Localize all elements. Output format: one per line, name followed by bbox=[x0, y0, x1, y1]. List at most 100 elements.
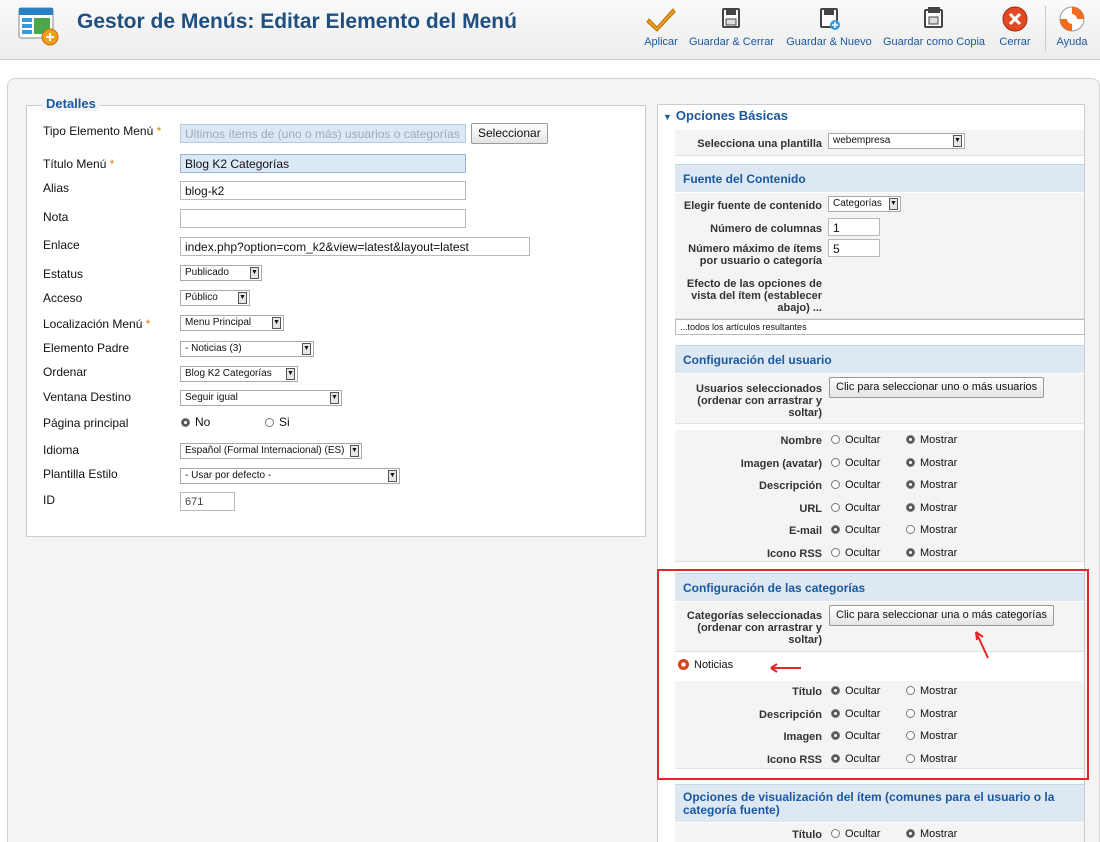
maximo-label: Número máximo de ítems por usuario o cat… bbox=[688, 243, 822, 267]
alias-input[interactable]: blog-k2 bbox=[180, 181, 466, 200]
hide-radio[interactable]: Ocultar bbox=[831, 828, 880, 840]
dropdown-arrow-icon: ▼ bbox=[272, 317, 281, 329]
close-button[interactable]: Cerrar bbox=[995, 4, 1035, 48]
toggle-row-label: Imagen (avatar) bbox=[740, 457, 822, 470]
radio-selected-icon bbox=[906, 548, 915, 557]
section-user-config: Configuración del usuario bbox=[675, 345, 1084, 373]
toolbar: Gestor de Menús: Editar Elemento del Men… bbox=[0, 0, 1100, 60]
radio-selected-icon bbox=[906, 502, 915, 512]
hide-radio[interactable]: Ocultar bbox=[831, 524, 880, 536]
plantilla-option-label: Selecciona una plantilla bbox=[697, 138, 822, 150]
columnas-input[interactable]: 1 bbox=[828, 218, 880, 236]
save-new-button[interactable]: Guardar & Nuevo bbox=[785, 4, 873, 48]
tipo-label: Tipo Elemento Menú * bbox=[43, 124, 162, 138]
save-new-icon bbox=[820, 8, 840, 30]
toggle-row-label: Icono RSS bbox=[766, 548, 822, 560]
show-radio[interactable]: Mostrar bbox=[906, 524, 957, 536]
hide-radio[interactable]: Ocultar bbox=[831, 547, 880, 559]
efecto-select[interactable]: ...todos los artículos resultantes bbox=[675, 319, 1085, 335]
close-icon bbox=[1002, 6, 1028, 32]
dropdown-arrow-icon: ▼ bbox=[350, 445, 359, 457]
fuente-select[interactable]: Categorías ▼ bbox=[828, 196, 901, 212]
localizacion-select[interactable]: Menu Principal ▼ bbox=[180, 315, 284, 331]
hide-radio[interactable]: Ocultar bbox=[831, 502, 880, 514]
idioma-select[interactable]: Español (Formal Internacional) (ES) ▼ bbox=[180, 443, 362, 459]
principal-si-radio[interactable]: Si bbox=[265, 415, 290, 429]
nota-label: Nota bbox=[43, 210, 69, 224]
save-new-label: Guardar & Nuevo bbox=[786, 36, 872, 48]
close-label: Cerrar bbox=[999, 36, 1031, 48]
radio-selected-icon bbox=[906, 480, 915, 490]
efecto-label: Efecto de las opciones de vista del ítem… bbox=[686, 278, 822, 314]
select-users-button[interactable]: Clic para seleccionar uno o más usuarios bbox=[829, 377, 1045, 398]
lifebuoy-icon bbox=[1059, 6, 1085, 32]
basic-options-toggle[interactable]: ▼ Opciones Básicas bbox=[663, 108, 788, 123]
radio-icon bbox=[831, 829, 840, 838]
idioma-label: Idioma bbox=[43, 443, 80, 457]
help-button[interactable]: Ayuda bbox=[1051, 4, 1093, 48]
toggle-row-label: E-mail bbox=[788, 525, 822, 538]
nota-input[interactable] bbox=[180, 209, 466, 228]
radio-selected-icon bbox=[181, 418, 190, 427]
maximo-input[interactable]: 5 bbox=[828, 239, 880, 257]
apply-button[interactable]: Aplicar bbox=[640, 4, 682, 48]
padre-select[interactable]: - Noticias (3) ▼ bbox=[180, 341, 314, 357]
enlace-input[interactable]: index.php?option=com_k2&view=latest&layo… bbox=[180, 237, 530, 256]
save-copy-icon bbox=[924, 7, 943, 28]
ordenar-select[interactable]: Blog K2 Categorías ▼ bbox=[180, 366, 298, 382]
save-close-button[interactable]: Guardar & Cerrar bbox=[689, 4, 774, 48]
radio-icon bbox=[831, 502, 840, 512]
dropdown-arrow-icon: ▼ bbox=[238, 292, 247, 304]
toggle-row-label: Descripción bbox=[759, 480, 822, 493]
details-legend: Detalles bbox=[42, 96, 100, 111]
show-radio[interactable]: Mostrar bbox=[906, 547, 957, 559]
check-icon bbox=[646, 8, 676, 32]
section-content-source: Fuente del Contenido bbox=[675, 164, 1084, 192]
enlace-label: Enlace bbox=[43, 238, 80, 252]
padre-label: Elemento Padre bbox=[43, 341, 130, 355]
radio-selected-icon bbox=[906, 457, 915, 467]
highlight-box bbox=[657, 569, 1089, 780]
plantilla-option-select[interactable]: webempresa ▼ bbox=[828, 133, 965, 149]
radio-selected-icon bbox=[906, 435, 915, 444]
principal-no-radio[interactable]: No bbox=[181, 415, 210, 429]
show-radio[interactable]: Mostrar bbox=[906, 479, 957, 491]
apply-label: Aplicar bbox=[644, 36, 678, 48]
acceso-select[interactable]: Público ▼ bbox=[180, 290, 250, 306]
page-title: Gestor de Menús: Editar Elemento del Men… bbox=[77, 10, 517, 33]
toolbar-separator bbox=[1045, 6, 1046, 52]
titulo-input[interactable]: Blog K2 Categorías bbox=[180, 154, 466, 173]
radio-icon bbox=[906, 525, 915, 535]
show-radio[interactable]: Mostrar bbox=[906, 502, 957, 514]
ventana-select[interactable]: Seguir igual ▼ bbox=[180, 390, 342, 406]
save-copy-button[interactable]: Guardar como Copia bbox=[882, 4, 986, 48]
alias-label: Alias bbox=[43, 181, 70, 195]
tipo-input[interactable]: Ultimos ítems de (uno o más) usuarios o … bbox=[180, 124, 466, 143]
dropdown-arrow-icon: ▼ bbox=[388, 470, 397, 482]
radio-selected-icon bbox=[831, 525, 840, 535]
hide-radio[interactable]: Ocultar bbox=[831, 457, 880, 469]
radio-icon bbox=[831, 548, 840, 557]
hide-radio[interactable]: Ocultar bbox=[831, 479, 880, 491]
show-radio[interactable]: Mostrar bbox=[906, 434, 957, 446]
radio-selected-icon bbox=[906, 829, 915, 838]
section-item-display: Opciones de visualización del ítem (comu… bbox=[675, 784, 1084, 822]
hide-radio[interactable]: Ocultar bbox=[831, 434, 880, 446]
help-label: Ayuda bbox=[1056, 36, 1088, 48]
titulo-label: Título Menú * bbox=[43, 157, 115, 171]
toggle-row-label: URL bbox=[799, 502, 822, 515]
ventana-label: Ventana Destino bbox=[43, 390, 132, 404]
red-arrow-left-icon bbox=[770, 663, 801, 673]
plantilla-select[interactable]: - Usar por defecto - ▼ bbox=[180, 468, 400, 484]
ordenar-label: Ordenar bbox=[43, 365, 88, 379]
show-radio[interactable]: Mostrar bbox=[906, 457, 957, 469]
user-toggle-rows bbox=[675, 430, 1084, 562]
show-radio[interactable]: Mostrar bbox=[906, 828, 957, 840]
toggle-row-label: Título bbox=[792, 829, 822, 841]
select-type-button[interactable]: Seleccionar bbox=[471, 123, 548, 144]
toggle-row-label: Nombre bbox=[780, 435, 822, 447]
menu-manager-icon bbox=[18, 7, 59, 46]
radio-icon bbox=[265, 418, 274, 427]
estatus-select[interactable]: Publicado ▼ bbox=[180, 265, 262, 281]
radio-icon bbox=[831, 435, 840, 444]
